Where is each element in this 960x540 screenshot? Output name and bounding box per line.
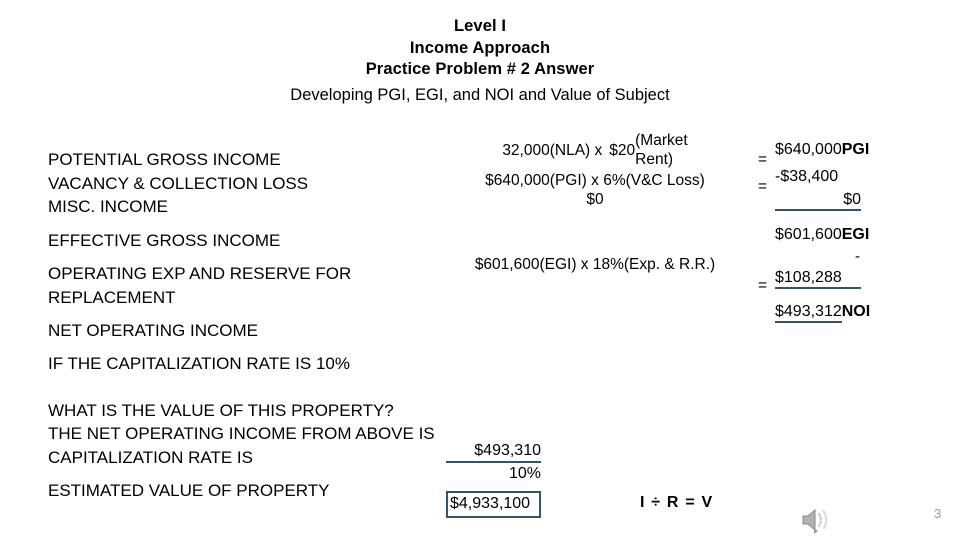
page-number: 3 — [934, 506, 942, 521]
speaker-icon[interactable] — [800, 506, 834, 534]
calc-row-pgi: 32,000(NLA) x $20 (Market Rent) — [430, 130, 760, 170]
calculation-column: 32,000(NLA) x $20 (Market Rent) $640,000… — [430, 130, 760, 274]
result-noi-value: $493,312 — [775, 302, 842, 323]
equals-sign-vacancy: = — [758, 178, 768, 195]
equals-sign-operating-exp: = — [758, 277, 768, 294]
result-pgi-tag: PGI — [841, 141, 870, 158]
label-operating-exp-reserve: OPERATING EXP AND RESERVE FOR REPLACEMEN… — [48, 264, 352, 307]
text-noi-from-above: THE NET OPERATING INCOME FROM ABOVE IS — [48, 424, 435, 443]
result-noi: $493,312NOI — [775, 302, 870, 323]
calc-pgi-note-line1: (Market — [635, 132, 688, 149]
calc-row-misc: $0 — [586, 191, 604, 208]
calc-row-vacancy: $640,000(PGI) x 6%(V&C Loss) — [485, 172, 705, 189]
bottom-question-block: IF THE CAPITALIZATION RATE IS 10% WHAT I… — [48, 352, 448, 503]
bottom-cap-rate-value: 10% — [508, 465, 541, 482]
result-pgi: $640,000PGI — [775, 140, 869, 159]
text-estimated-value-of-property: ESTIMATED VALUE OF PROPERTY — [48, 481, 330, 500]
calc-pgi-factor-a: 32,000(NLA) x — [502, 141, 603, 159]
calc-pgi-factor-b: $20 — [609, 141, 636, 159]
label-potential-gross-income: POTENTIAL GROSS INCOME — [48, 150, 281, 169]
slide-canvas: Level I Income Approach Practice Problem… — [0, 0, 960, 540]
result-egi-value: $601,600 — [775, 226, 842, 243]
text-cap-rate-question: IF THE CAPITALIZATION RATE IS 10% — [48, 354, 350, 373]
result-egi: $601,600EGI — [775, 225, 869, 244]
label-effective-gross-income: EFFECTIVE GROSS INCOME — [48, 230, 281, 250]
bottom-values-column: $493,310 10% $4,933,100 — [446, 440, 541, 518]
formula-i-divided-r-equals-v: I ÷ R = V — [640, 494, 714, 511]
result-noi-tag: NOI — [841, 303, 871, 320]
text-capitalization-rate-is: CAPITALIZATION RATE IS — [48, 447, 253, 467]
label-misc-income: MISC. INCOME — [48, 197, 168, 216]
bottom-estimated-value-box: $4,933,100 — [446, 491, 541, 518]
calc-row-operating-exp: $601,600(EGI) x 18%(Exp. & R.R.) — [474, 256, 716, 273]
equals-sign-pgi: = — [758, 151, 768, 168]
calc-pgi-note-line2: Rent) — [635, 151, 674, 168]
text-value-question: WHAT IS THE VALUE OF THIS PROPERTY? — [48, 400, 394, 420]
title-line-1: Level I — [453, 17, 507, 35]
result-misc-income: $0 — [775, 190, 861, 211]
title-line-2: Income Approach — [409, 38, 551, 57]
result-operating-expense: $108,288 — [775, 268, 861, 289]
label-vacancy-collection-loss: VACANCY & COLLECTION LOSS — [48, 173, 309, 193]
title-block: Level I Income Approach Practice Problem… — [0, 16, 960, 107]
result-minus-sign: - — [855, 248, 860, 265]
income-statement-labels: POTENTIAL GROSS INCOME VACANCY & COLLECT… — [48, 148, 428, 343]
result-egi-tag: EGI — [841, 226, 870, 243]
result-pgi-value: $640,000 — [775, 141, 842, 158]
label-net-operating-income: NET OPERATING INCOME — [48, 321, 259, 340]
result-vacancy-loss: -$38,400 — [775, 168, 839, 185]
calc-pgi-note: (Market Rent) — [635, 131, 688, 169]
title-line-3: Practice Problem # 2 Answer — [365, 60, 595, 78]
subtitle: Developing PGI, EGI, and NOI and Value o… — [290, 85, 670, 104]
bottom-noi-value: $493,310 — [446, 440, 541, 463]
